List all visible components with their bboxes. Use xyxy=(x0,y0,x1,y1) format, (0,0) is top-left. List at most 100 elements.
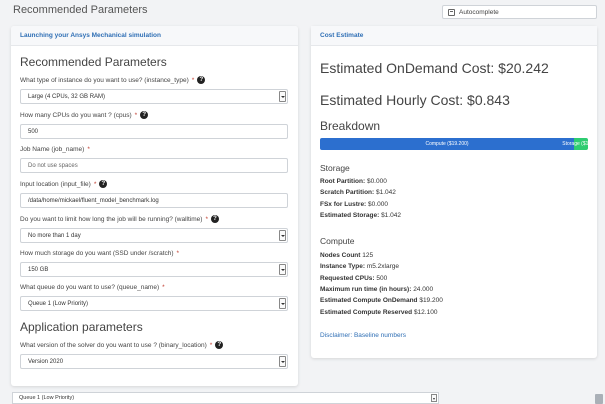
app-fields-group: What version of the solver do you want t… xyxy=(11,341,298,369)
field-value: Version 2020 xyxy=(28,358,64,365)
text-field[interactable]: 500 xyxy=(20,124,288,139)
field-label-text: What type of instance do you want to use… xyxy=(20,76,189,84)
page-title: Recommended Parameters xyxy=(13,4,148,16)
help-icon[interactable]: ? xyxy=(140,111,149,119)
field-label-text: Input location (input_file) xyxy=(20,180,91,188)
parameters-card-header: Launching your Ansys Mechanical simulati… xyxy=(11,26,298,46)
field-label-text: What queue do you want to use? (queue_na… xyxy=(20,284,160,291)
select-field[interactable]: 150 GB xyxy=(20,262,288,277)
text-field[interactable]: /data/home/mickael/fluent_model_benchmar… xyxy=(20,193,288,208)
help-icon[interactable]: ? xyxy=(197,76,206,84)
cost-row-key: Nodes Count xyxy=(320,252,361,259)
chevron-down-icon xyxy=(431,394,437,402)
section-title: Compute xyxy=(320,236,355,246)
chevron-down-icon xyxy=(279,264,286,275)
cost-row-key: Estimated Compute OnDemand xyxy=(320,297,418,305)
cost-row-value: 500 xyxy=(376,274,388,282)
field-label-text: Job Name (job_name) xyxy=(20,146,85,153)
storage-bar-segment: Storage ($1.042) xyxy=(562,138,588,150)
application-parameters-title: Application parameters xyxy=(20,320,143,334)
cost-row-value: $1.042 xyxy=(381,211,401,219)
cost-estimate-card: Cost Estimate Estimated OnDemand Cost: $… xyxy=(311,26,597,358)
field-value: Large (4 CPUs, 32 GB RAM) xyxy=(28,93,106,100)
queue-select-value: Queue 1 (Low Priority) xyxy=(19,395,75,401)
cost-row-key: Estimated Storage: xyxy=(320,211,380,219)
clipboard-icon xyxy=(448,8,455,16)
required-marker: * xyxy=(87,146,90,153)
field-value: 500 xyxy=(28,128,39,135)
cost-row-value: $1.042 xyxy=(376,189,396,197)
cost-row: Requested CPUs: 500 xyxy=(320,275,387,282)
cost-row: Scratch Partition: $1.042 xyxy=(320,189,396,196)
help-icon[interactable]: ? xyxy=(215,341,224,349)
autocomplete-label: Autocomplete xyxy=(459,8,499,16)
cost-row-key: FSx for Lustre: xyxy=(320,200,367,208)
cost-row-key: Instance Type: xyxy=(320,263,366,271)
parameters-card: Launching your Ansys Mechanical simulati… xyxy=(11,26,298,386)
field-label: How many CPUs do you want ? (cpus) *? xyxy=(20,111,298,119)
cost-row-key: Maximum run time (in hours): xyxy=(320,285,412,293)
cost-row: FSx for Lustre: $0.000 xyxy=(320,201,388,208)
required-marker: * xyxy=(209,341,213,349)
cost-row-value: $19.200 xyxy=(419,297,443,305)
cost-row-key: Scratch Partition: xyxy=(320,189,375,197)
recommended-parameters-title: Recommended Parameters xyxy=(20,55,167,69)
select-field[interactable]: Large (4 CPUs, 32 GB RAM) xyxy=(20,89,288,104)
cost-row-key: Root Partition: xyxy=(320,178,366,185)
autocomplete-button[interactable]: Autocomplete xyxy=(442,5,597,19)
cost-row-value: 24.000 xyxy=(413,285,434,293)
field-value: 150 GB xyxy=(28,266,49,273)
fields-group: What type of instance do you want to use… xyxy=(11,76,298,311)
cost-estimate-header: Cost Estimate xyxy=(311,26,597,46)
cost-row: Instance Type: m5.2xlarge xyxy=(320,263,399,270)
text-field[interactable]: Do not use spaces xyxy=(20,158,288,173)
chevron-down-icon xyxy=(279,298,286,309)
field-label: What type of instance do you want to use… xyxy=(20,76,298,84)
cost-row: Maximum run time (in hours): 24.000 xyxy=(320,286,433,293)
help-icon[interactable]: ? xyxy=(210,215,219,223)
scrollbar-thumb[interactable] xyxy=(595,394,603,404)
required-marker: * xyxy=(134,111,138,119)
chevron-down-icon xyxy=(279,356,286,367)
cost-row-value: m5.2xlarge xyxy=(366,263,399,271)
section-title: Storage xyxy=(320,163,350,173)
breakdown-title: Breakdown xyxy=(320,119,381,133)
field-placeholder: Do not use spaces xyxy=(28,162,78,169)
select-field[interactable]: No more than 1 day xyxy=(20,228,288,243)
cost-row-value: $12.100 xyxy=(413,308,438,316)
cost-row-key: Estimated Compute Reserved xyxy=(320,308,413,316)
field-label: How much storage do you want (SSD under … xyxy=(20,250,298,257)
cost-row-value: 125 xyxy=(362,252,374,259)
required-marker: * xyxy=(176,250,180,257)
cost-row: Root Partition: $0.000 xyxy=(320,178,387,185)
disclaimer-link[interactable]: Disclaimer: Baseline numbers xyxy=(320,332,406,339)
select-field[interactable]: Queue 1 (Low Priority) xyxy=(20,296,288,311)
cost-row: Estimated Compute Reserved $12.100 xyxy=(320,309,437,316)
field-label: Do you want to limit how long the job wi… xyxy=(20,215,298,223)
select-field[interactable]: Version 2020 xyxy=(20,354,288,369)
hourly-cost: Estimated Hourly Cost: $0.843 xyxy=(320,92,510,108)
field-label: Input location (input_file) *? xyxy=(20,180,298,188)
queue-select-overlay[interactable]: Queue 1 (Low Priority) xyxy=(12,392,439,404)
cost-row-key: Requested CPUs: xyxy=(320,274,375,282)
field-label: What queue do you want to use? (queue_na… xyxy=(20,284,298,291)
cost-row-value: $0.000 xyxy=(366,178,387,185)
cost-row: Estimated Storage: $1.042 xyxy=(320,212,401,219)
field-label: Job Name (job_name) * xyxy=(20,146,298,153)
field-label-text: How many CPUs do you want ? (cpus) xyxy=(20,111,132,119)
required-marker: * xyxy=(205,215,208,223)
required-marker: * xyxy=(93,180,97,188)
field-value: /data/home/mickael/fluent_model_benchmar… xyxy=(28,197,159,204)
required-marker: * xyxy=(191,76,195,84)
breakdown-bar: Compute ($19.200)Storage ($1.042) xyxy=(320,138,588,150)
field-value: Queue 1 (Low Priority) xyxy=(28,300,89,307)
field-label: What version of the solver do you want t… xyxy=(20,341,298,349)
cost-row: Nodes Count 125 xyxy=(320,252,373,259)
required-marker: * xyxy=(162,284,165,291)
chevron-down-icon xyxy=(279,230,286,241)
field-label-text: What version of the solver do you want t… xyxy=(20,341,207,349)
field-value: No more than 1 day xyxy=(28,232,81,239)
help-icon[interactable]: ? xyxy=(99,180,108,188)
cost-row-value: $0.000 xyxy=(368,200,388,208)
cost-row: Estimated Compute OnDemand $19.200 xyxy=(320,297,443,304)
